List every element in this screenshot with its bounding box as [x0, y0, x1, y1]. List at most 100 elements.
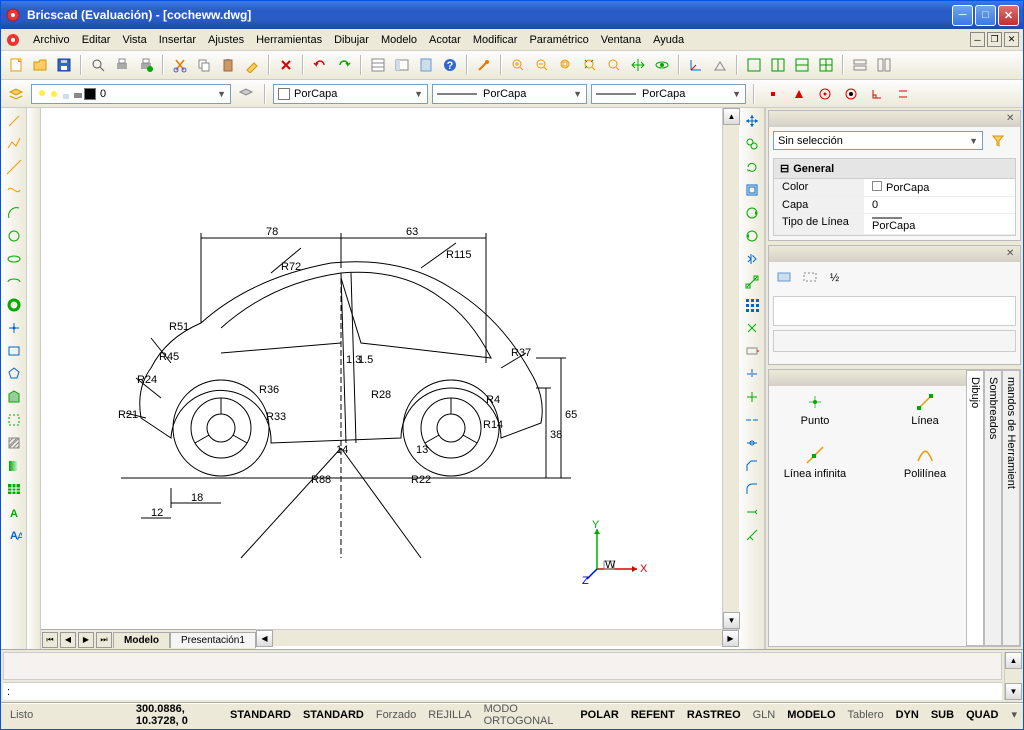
panel-close-icon[interactable]: ✕ — [1006, 248, 1018, 260]
menu-archivo[interactable]: Archivo — [27, 32, 76, 48]
rotate3d-tool[interactable] — [741, 202, 763, 224]
array-tool[interactable] — [741, 294, 763, 316]
menu-herramientas[interactable]: Herramientas — [250, 32, 328, 48]
circle-tool[interactable] — [3, 225, 25, 247]
tab-first[interactable]: ⏮ — [42, 632, 58, 648]
stretch-tool[interactable] — [741, 340, 763, 362]
layer-states-icon[interactable] — [235, 83, 257, 105]
snap-midpoint-icon[interactable] — [788, 83, 810, 105]
layerpanel-btn1[interactable] — [773, 266, 795, 288]
menu-ventana[interactable]: Ventana — [595, 32, 647, 48]
offset-tool[interactable] — [741, 179, 763, 201]
move-tool[interactable] — [741, 110, 763, 132]
rectangle-tool[interactable] — [3, 340, 25, 362]
tab-layout1[interactable]: Presentación1 — [170, 632, 256, 648]
command-input[interactable]: : — [3, 682, 1002, 700]
snap-perp-icon[interactable] — [866, 83, 888, 105]
status-grid[interactable]: REJILLA — [425, 709, 474, 721]
scale-tool[interactable] — [741, 225, 763, 247]
status-quad[interactable]: QUAD — [963, 709, 1001, 721]
tile-v-icon[interactable] — [873, 54, 895, 76]
status-std1[interactable]: STANDARD — [227, 709, 294, 721]
join-tool[interactable] — [741, 432, 763, 454]
viewport3-icon[interactable] — [791, 54, 813, 76]
undo-icon[interactable] — [309, 54, 331, 76]
boundary-tool[interactable] — [3, 409, 25, 431]
viewport2-icon[interactable] — [767, 54, 789, 76]
polygon-tool[interactable] — [3, 363, 25, 385]
status-snap[interactable]: Forzado — [373, 709, 419, 721]
palette-xline[interactable]: Línea infinita — [775, 445, 855, 480]
gradient-tool[interactable] — [3, 455, 25, 477]
status-lwt[interactable]: GLN — [750, 709, 779, 721]
status-model[interactable]: MODELO — [784, 709, 838, 721]
status-sub[interactable]: SUB — [928, 709, 957, 721]
matchprop-icon[interactable] — [241, 54, 263, 76]
explode-tool[interactable] — [741, 317, 763, 339]
tab-prev[interactable]: ◀ — [60, 632, 76, 648]
help-icon[interactable]: ? — [439, 54, 461, 76]
scale2-tool[interactable] — [741, 271, 763, 293]
save-icon[interactable] — [53, 54, 75, 76]
status-ortho[interactable]: MODO ORTOGONAL — [481, 703, 572, 727]
command-history[interactable] — [3, 652, 1002, 680]
vertical-scrollbar[interactable]: ▲▼ — [722, 108, 739, 629]
tab-next[interactable]: ▶ — [78, 632, 94, 648]
menu-editar[interactable]: Editar — [76, 32, 117, 48]
minimize-button[interactable]: ─ — [952, 5, 973, 26]
arc-tool[interactable] — [3, 202, 25, 224]
palette-tab-hatch[interactable]: Sombreados — [984, 370, 1002, 646]
menu-ayuda[interactable]: Ayuda — [647, 32, 690, 48]
panel-close-icon[interactable]: ✕ — [1006, 113, 1018, 125]
zoom-extents-icon[interactable] — [579, 54, 601, 76]
tab-last[interactable]: ⏭ — [96, 632, 112, 648]
menu-modelo[interactable]: Modelo — [375, 32, 423, 48]
palette-line[interactable]: Línea — [885, 392, 965, 427]
color-dropdown[interactable]: PorCapa ▼ — [273, 84, 428, 104]
menu-parametrico[interactable]: Paramétrico — [523, 32, 594, 48]
mdi-close[interactable]: ✕ — [1004, 32, 1019, 47]
layer-list[interactable] — [773, 296, 1016, 326]
mirror-tool[interactable] — [741, 248, 763, 270]
mtext-tool[interactable]: AA — [3, 524, 25, 546]
menu-ajustes[interactable]: Ajustes — [202, 32, 250, 48]
viewport1-icon[interactable] — [743, 54, 765, 76]
open-icon[interactable] — [29, 54, 51, 76]
status-std2[interactable]: STANDARD — [300, 709, 367, 721]
publish-icon[interactable] — [135, 54, 157, 76]
model-viewport[interactable]: 78 63 65 38 18 12 1.3 1.5 14 13 R72 R115… — [41, 108, 722, 629]
snap-parallel-icon[interactable] — [892, 83, 914, 105]
properties-icon[interactable] — [367, 54, 389, 76]
pan-icon[interactable] — [627, 54, 649, 76]
ucs-icon[interactable] — [685, 54, 707, 76]
status-tablet[interactable]: Tablero — [845, 709, 887, 721]
print-preview-icon[interactable] — [87, 54, 109, 76]
region-tool[interactable] — [3, 386, 25, 408]
palette-tab-draw[interactable]: Dibujo — [966, 370, 984, 646]
layer-dropdown[interactable]: 0 ▼ — [31, 84, 231, 104]
trim-tool[interactable] — [741, 363, 763, 385]
rotate-tool[interactable] — [741, 156, 763, 178]
print-icon[interactable] — [111, 54, 133, 76]
layer-manager-icon[interactable] — [5, 83, 27, 105]
extend-tool[interactable] — [741, 386, 763, 408]
new-icon[interactable] — [5, 54, 27, 76]
cmd-scrollbar[interactable]: ▲▼ — [1004, 652, 1021, 700]
xline-tool[interactable] — [3, 156, 25, 178]
snap-endpoint-icon[interactable] — [762, 83, 784, 105]
layerpanel-btn2[interactable] — [799, 266, 821, 288]
copy-icon[interactable] — [193, 54, 215, 76]
explorer-icon[interactable] — [391, 54, 413, 76]
mdi-minimize[interactable]: ─ — [970, 32, 985, 47]
polyline-tool[interactable] — [3, 133, 25, 155]
tile-h-icon[interactable] — [849, 54, 871, 76]
snap-center-icon[interactable] — [814, 83, 836, 105]
delete-icon[interactable] — [275, 54, 297, 76]
orbit-icon[interactable] — [651, 54, 673, 76]
snap-node-icon[interactable] — [840, 83, 862, 105]
menu-acotar[interactable]: Acotar — [423, 32, 467, 48]
point-tool[interactable] — [3, 317, 25, 339]
lengthen-tool[interactable] — [741, 501, 763, 523]
palette-point[interactable]: Punto — [775, 392, 855, 427]
align-tool[interactable] — [741, 524, 763, 546]
